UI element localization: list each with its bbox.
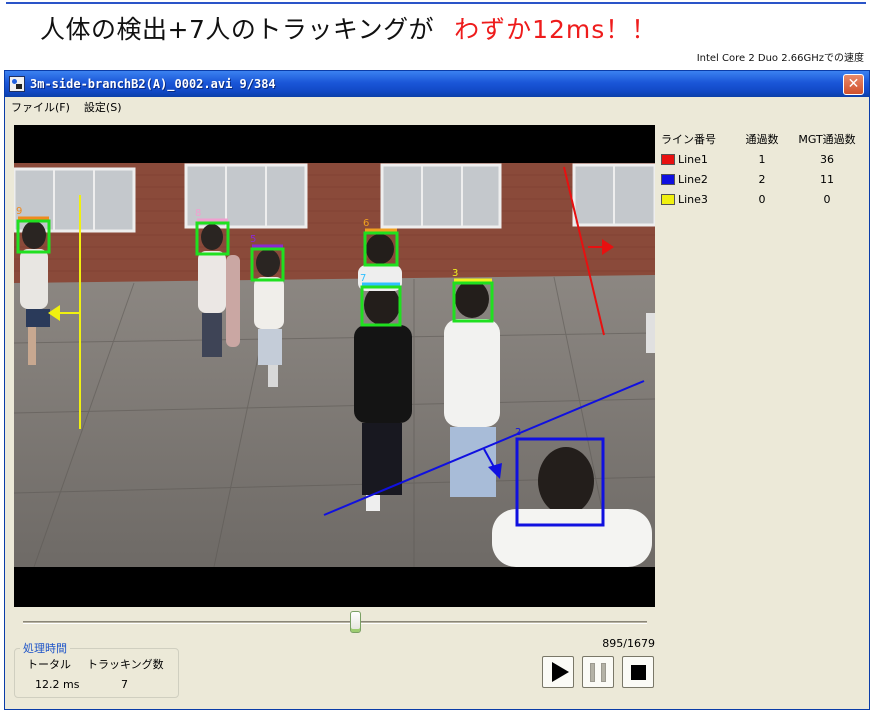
total-label: トータル [27,658,71,671]
window-title: 3m-side-branchB2(A)_0002.avi 9/384 [30,77,276,91]
headline-main: 人体の検出+7人のトラッキングが [40,15,435,44]
total-time-value: 12.2 ms [35,678,80,691]
person-far-right [646,313,655,353]
headline: 人体の検出+7人のトラッキングが わずか12ms！！ [40,10,657,44]
processing-time-legend: 処理時間 [20,640,70,656]
track-label-9: 9 [16,206,22,217]
line-cell: Line2 [661,173,731,186]
line-count-table: ライン番号 通過数 MGT通過数 Line1 1 36 Line2 2 11 L… [661,129,861,209]
track-label-8: 8 [195,208,201,219]
track-label-2: 2 [515,427,521,438]
line2-mgt-count: 11 [820,172,834,186]
line3-color-swatch [661,193,675,205]
track-label-7: 7 [360,273,366,284]
pause-button[interactable] [582,656,614,688]
header-line-number: ライン番号 [661,133,716,146]
play-icon [552,662,569,682]
stop-button[interactable] [622,656,654,688]
line2-count: 2 [758,172,766,186]
line1-name: Line1 [678,152,708,166]
line-cell: Line3 [661,193,731,206]
menu-bar: ファイル(F) 設定(S) [5,97,869,117]
track-label-6: 6 [363,218,369,229]
tracking-count-value: 7 [121,678,128,691]
headline-accent: わずか12ms！！ [454,15,658,44]
banner-top-line [6,2,866,4]
menu-settings[interactable]: 設定(S) [84,99,122,115]
line1-color-swatch [661,153,675,165]
app-window: 3m-side-branchB2(A)_0002.avi 9/384 ✕ ファイ… [4,70,870,710]
menu-file[interactable]: ファイル(F) [11,99,70,115]
line-cell: Line1 [661,153,731,166]
page: 人体の検出+7人のトラッキングが わずか12ms！！ Intel Core 2 … [0,0,874,712]
cpu-note: Intel Core 2 Duo 2.66GHzでの速度 [696,53,864,64]
line-table-row: Line1 1 36 [661,149,861,169]
line1-mgt-count: 36 [820,152,834,166]
app-icon [9,76,25,92]
track-label-3: 3 [452,268,458,279]
line1-count: 1 [758,152,766,166]
frame-counter: 895/1679 [602,637,655,650]
title-bar[interactable]: 3m-side-branchB2(A)_0002.avi 9/384 ✕ [5,71,869,97]
pause-icon [590,663,595,682]
line2-name: Line2 [678,172,708,186]
line3-count: 0 [758,192,766,206]
pause-icon [601,663,606,682]
line-table-header: ライン番号 通過数 MGT通過数 [661,129,861,149]
header-pass-count: 通過数 [745,133,779,146]
video-scene: 9 8 5 6 7 3 2 [14,163,655,567]
header-mgt-pass-count: MGT通過数 [798,133,856,146]
play-button[interactable] [542,656,574,688]
line3-mgt-count: 0 [823,192,831,206]
stop-icon [631,665,646,680]
line3-name: Line3 [678,192,708,206]
line-table-row: Line3 0 0 [661,189,861,209]
close-button[interactable]: ✕ [843,74,864,95]
line-table-row: Line2 2 11 [661,169,861,189]
tracking-count-label: トラッキング数 [87,658,164,671]
line2-color-swatch [661,173,675,185]
track-label-5: 5 [250,234,256,245]
video-frame: 9 8 5 6 7 3 2 [14,125,655,607]
seek-slider-thumb[interactable] [350,611,362,633]
seek-slider-track[interactable] [23,621,647,624]
